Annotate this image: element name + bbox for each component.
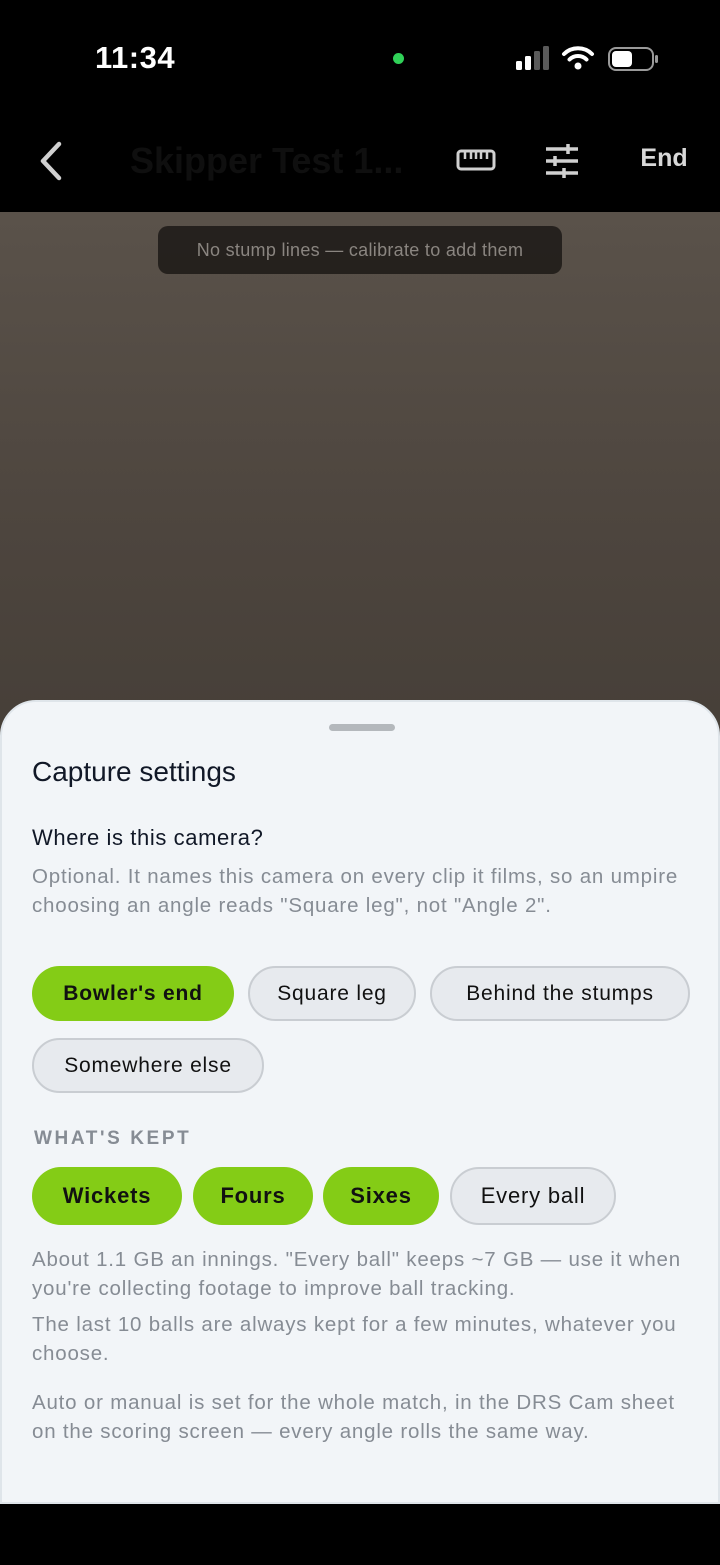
auto-manual-note: Auto or manual is set for the whole matc… <box>32 1391 675 1443</box>
sliders-icon <box>546 144 578 178</box>
recent-balls-help: The last 10 balls are always kept for a … <box>32 1313 677 1365</box>
home-indicator-area <box>0 1504 720 1565</box>
end-button[interactable]: End <box>624 144 704 173</box>
status-time: 11:34 <box>95 40 176 75</box>
chevron-left-icon <box>40 141 62 181</box>
battery-icon <box>608 47 658 71</box>
settings-button[interactable] <box>538 138 586 184</box>
capture-settings-sheet: Capture settings Where is this camera? O… <box>0 700 720 1504</box>
sheet-drag-handle[interactable] <box>329 724 395 731</box>
stump-lines-toast: No stump lines — calibrate to add them <box>158 226 562 274</box>
ruler-icon <box>456 149 496 171</box>
back-button[interactable] <box>28 138 74 184</box>
status-icons-svg <box>516 46 658 71</box>
chip-wickets[interactable]: Wickets <box>32 1167 182 1225</box>
wifi-icon <box>562 46 594 70</box>
chip-square-leg[interactable]: Square leg <box>248 966 416 1021</box>
status-bar: 11:34 <box>0 0 720 110</box>
chip-somewhere-else[interactable]: Somewhere else <box>32 1038 264 1093</box>
status-icons <box>514 44 664 74</box>
screen: 11:34 Skipper Test 1... End No stump lin… <box>0 0 720 1565</box>
camera-position-question: Where is this camera? <box>32 825 264 850</box>
whats-kept-options: Wickets Fours Sixes Every ball <box>32 1167 702 1229</box>
cellular-signal-icon <box>516 46 549 70</box>
chip-sixes[interactable]: Sixes <box>323 1167 439 1225</box>
camera-position-help: Optional. It names this camera on every … <box>32 865 679 917</box>
camera-position-options: Bowler's end Square leg Behind the stump… <box>32 966 702 1096</box>
nav-bar: Skipper Test 1... End <box>0 110 720 212</box>
chip-every-ball[interactable]: Every ball <box>450 1167 616 1225</box>
camera-in-use-indicator <box>393 53 404 64</box>
storage-help: About 1.1 GB an innings. "Every ball" ke… <box>32 1248 681 1300</box>
chip-fours[interactable]: Fours <box>193 1167 313 1225</box>
sheet-title: Capture settings <box>32 756 236 787</box>
whats-kept-label: WHAT'S KEPT <box>34 1128 192 1149</box>
chip-bowlers-end[interactable]: Bowler's end <box>32 966 234 1021</box>
session-title: Skipper Test 1... <box>130 140 404 181</box>
camera-preview[interactable]: No stump lines — calibrate to add them <box>0 212 720 742</box>
chip-behind-the-stumps[interactable]: Behind the stumps <box>430 966 690 1021</box>
calibrate-button[interactable] <box>450 140 502 180</box>
